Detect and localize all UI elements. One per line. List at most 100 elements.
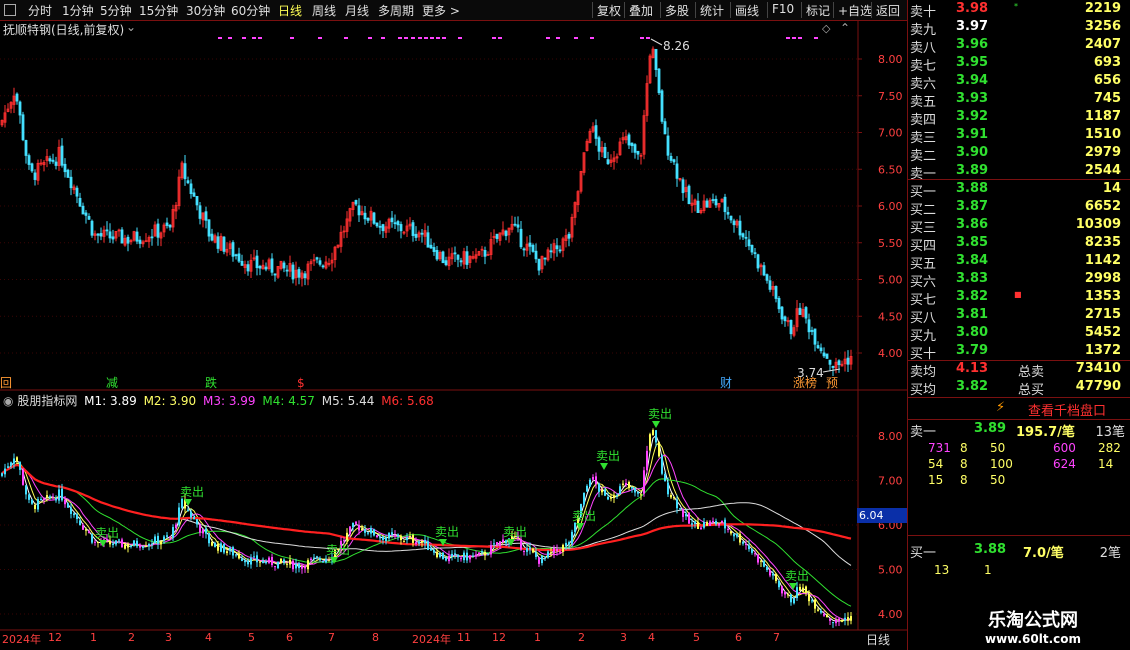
candle-body xyxy=(48,158,52,162)
bid-row[interactable]: 买四 3.85 8235 xyxy=(908,235,1130,254)
candle-body xyxy=(216,236,220,249)
bid-row[interactable]: 买二 3.87 6652 xyxy=(908,199,1130,218)
ask-row[interactable]: 卖八 3.96 2407 xyxy=(908,37,1130,56)
indicator-candle-body xyxy=(271,557,273,566)
chevron-down-icon[interactable]: ⌄ xyxy=(126,20,136,34)
tab-3[interactable]: 15分钟 xyxy=(139,2,178,19)
toolbar-button-2[interactable]: 多股 xyxy=(665,2,689,19)
bid-row[interactable]: 买六 3.83 2998 xyxy=(908,271,1130,290)
indicator-candle-body xyxy=(178,507,180,525)
signal-dot xyxy=(492,37,496,39)
tab-6[interactable]: 日线 xyxy=(278,2,302,19)
indicator-tick-label: 7.00 xyxy=(878,475,903,488)
ask-row[interactable]: 卖二 3.90 2979 xyxy=(908,145,1130,164)
indicator-candle-body xyxy=(799,586,801,591)
indicator-candle-body xyxy=(802,587,804,592)
candle-body xyxy=(270,258,274,273)
ask-row-price: 3.94 xyxy=(956,73,989,88)
sell-arrow-icon xyxy=(507,539,515,546)
ask-row[interactable]: 卖七 3.95 693 xyxy=(908,55,1130,74)
collapse-icon[interactable]: ⌃ xyxy=(840,21,850,35)
candle-body xyxy=(774,286,778,299)
candle-body xyxy=(657,68,661,94)
candle-body xyxy=(516,224,520,228)
indicator-candle-body xyxy=(784,592,786,595)
sell-signal-label: 卖出 xyxy=(572,509,596,523)
thousand-depth-button[interactable]: 查看千档盘口 xyxy=(1028,400,1106,419)
indicator-candle-body xyxy=(346,532,348,541)
tab-8[interactable]: 月线 xyxy=(345,2,369,19)
bid-row[interactable]: 买十 3.79 1372 xyxy=(908,343,1130,362)
indicator-candle-body xyxy=(13,458,15,464)
bid-row[interactable]: 买五 3.84 1142 xyxy=(908,253,1130,272)
tab-5[interactable]: 60分钟 xyxy=(231,2,270,19)
avg-buy-value: 3.82 xyxy=(956,379,989,394)
m6-value: M6: 5.68 xyxy=(381,394,434,408)
indicator-candle-body xyxy=(826,614,828,618)
period-label[interactable]: 日线 xyxy=(866,631,890,648)
toolbar-button-6[interactable]: 标记 xyxy=(806,2,830,19)
tab-7[interactable]: 周线 xyxy=(312,2,336,19)
candle-body xyxy=(87,216,91,220)
signal-dot xyxy=(404,37,408,39)
ask-row-volume: 2544 xyxy=(1084,163,1121,178)
candle-body xyxy=(426,232,430,248)
chevron-down-icon[interactable]: ◉ xyxy=(3,394,13,408)
total-buy-value: 47790 xyxy=(1075,379,1121,394)
indicator-candle-body xyxy=(214,542,216,547)
indicator-candle-body xyxy=(190,511,192,518)
toolbar-button-7[interactable]: +自选 xyxy=(838,2,872,19)
indicator-tick-label: 8.00 xyxy=(878,430,903,443)
ask-row[interactable]: 卖五 3.93 745 xyxy=(908,91,1130,110)
indicator-candle-body xyxy=(406,537,408,541)
bid-row[interactable]: 买八 3.81 2715 xyxy=(908,307,1130,326)
candle-body xyxy=(519,228,523,248)
candle-body xyxy=(807,319,811,333)
candle-body xyxy=(189,183,193,195)
indicator-candle-body xyxy=(4,468,6,475)
signal-dot xyxy=(381,37,385,39)
tab-1[interactable]: 1分钟 xyxy=(62,2,94,19)
toolbar-button-5[interactable]: F10 xyxy=(772,2,794,16)
toolbar-button-4[interactable]: 画线 xyxy=(735,2,759,19)
indicator-candle-body xyxy=(280,558,282,563)
signal-dot xyxy=(498,37,502,39)
ask-row[interactable]: 卖九 3.97 3256 xyxy=(908,19,1130,38)
signal-dot xyxy=(242,37,246,39)
ask-row[interactable]: 卖四 3.92 1187 xyxy=(908,109,1130,128)
ask-row[interactable]: 卖三 3.91 1510 xyxy=(908,127,1130,146)
layout-icon[interactable] xyxy=(4,4,16,16)
indicator-candle-body xyxy=(121,539,123,548)
bid-row[interactable]: 买七 3.82 1353 ■ xyxy=(908,289,1130,308)
ask1-detail-row: 卖一 3.89 195.7/笔 13笔 xyxy=(908,421,1130,440)
ask-row[interactable]: 卖十 3.98 2219 * xyxy=(908,1,1130,20)
tab-10[interactable]: 更多 > xyxy=(422,2,460,19)
kline-chart[interactable]: 8.00 7.50 7.00 6.50 6.00 5.50 5.00 4.50 4.00 8.00… xyxy=(0,20,907,650)
bid-row-price: 3.80 xyxy=(956,325,989,340)
indicator-candle-body xyxy=(166,535,168,537)
toolbar-button-3[interactable]: 统计 xyxy=(700,2,724,19)
candle-body xyxy=(522,248,526,251)
bid-row-volume: 10309 xyxy=(1075,217,1121,232)
candle-body xyxy=(669,155,673,161)
tab-2[interactable]: 5分钟 xyxy=(100,2,132,19)
bid-row[interactable]: 买九 3.80 5452 xyxy=(908,325,1130,344)
tab-4[interactable]: 30分钟 xyxy=(186,2,225,19)
diamond-icon[interactable]: ◇ xyxy=(822,22,830,35)
price-tick-label: 6.00 xyxy=(878,200,903,213)
ask-row[interactable]: 卖六 3.94 656 xyxy=(908,73,1130,92)
price-tick-label: 5.00 xyxy=(878,274,903,287)
tab-0[interactable]: 分时 xyxy=(28,2,52,19)
toolbar-button-0[interactable]: 复权 xyxy=(597,2,621,19)
indicator-name[interactable]: 股朋指标网 xyxy=(17,394,77,408)
bid-row[interactable]: 买三 3.86 10309 xyxy=(908,217,1130,236)
toolbar-button-8[interactable]: 返回 xyxy=(876,2,900,19)
bid-row-volume: 2715 xyxy=(1084,307,1121,322)
tab-9[interactable]: 多周期 xyxy=(378,2,414,19)
indicator-candle-body xyxy=(244,560,246,563)
bid-row[interactable]: 买一 3.88 14 xyxy=(908,181,1130,200)
toolbar-button-1[interactable]: 叠加 xyxy=(629,2,653,19)
indicator-candle-body xyxy=(529,547,531,550)
indicator-candle-body xyxy=(310,558,312,560)
ask1-queue-cell: 14 xyxy=(1098,457,1114,471)
